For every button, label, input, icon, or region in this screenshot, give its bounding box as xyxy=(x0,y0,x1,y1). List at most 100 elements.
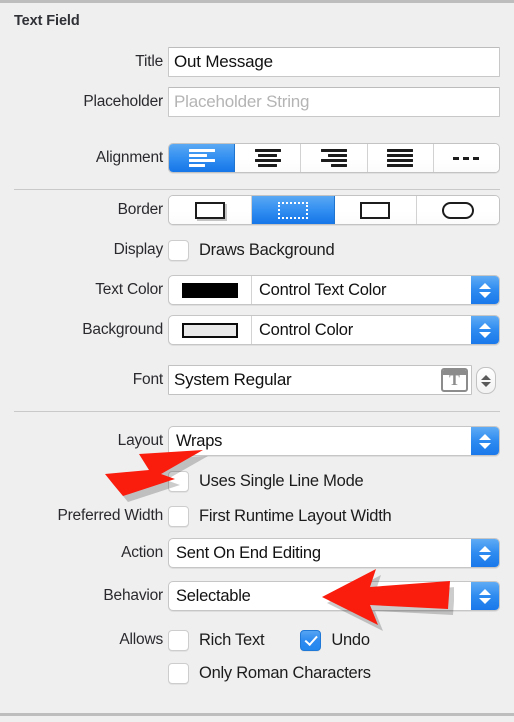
layout-value: Wraps xyxy=(176,431,223,450)
border-rounded-icon[interactable] xyxy=(417,196,499,224)
font-panel-icon[interactable]: T xyxy=(441,368,468,392)
chevron-down-icon xyxy=(479,291,491,298)
first-runtime-layout-width-label: First Runtime Layout Width xyxy=(199,506,392,525)
row-border: Border xyxy=(0,195,514,225)
label-text-color: Text Color xyxy=(95,281,163,298)
font-stepper[interactable] xyxy=(476,367,496,394)
uses-single-line-mode-checkbox[interactable] xyxy=(168,470,189,492)
chevron-down-icon xyxy=(479,554,491,561)
align-right-icon[interactable] xyxy=(301,144,368,172)
allows-checkbox-group: Rich Text Undo xyxy=(168,625,370,655)
background-popup-button[interactable]: Control Color xyxy=(168,315,500,345)
background-swatch xyxy=(182,322,238,338)
border-segmented-control xyxy=(168,195,500,225)
page-title: Text Field xyxy=(14,13,80,29)
label-preferred-width: Preferred Width xyxy=(57,507,163,524)
row-only-roman: Only Roman Characters xyxy=(0,658,514,688)
align-justified-icon[interactable] xyxy=(367,144,434,172)
row-placeholder: Placeholder Placeholder String xyxy=(0,87,514,117)
text-field-inspector-panel: Text Field Title Out Message Placeholder… xyxy=(0,3,514,713)
rich-text-checkbox[interactable] xyxy=(168,629,189,651)
label-alignment: Alignment xyxy=(95,149,163,166)
label-layout: Layout xyxy=(117,432,164,449)
row-layout: Layout Wraps xyxy=(0,426,514,456)
row-display: Display Draws Background xyxy=(0,235,514,265)
font-field-wrap: System Regular T xyxy=(168,365,472,395)
only-roman-characters-label: Only Roman Characters xyxy=(199,663,371,682)
text-color-popup-button[interactable]: Control Text Color xyxy=(168,275,500,305)
text-color-value: Control Text Color xyxy=(259,280,387,299)
align-natural-icon[interactable] xyxy=(433,144,499,172)
label-display: Display xyxy=(113,241,164,258)
title-input[interactable]: Out Message xyxy=(168,47,500,77)
draws-background-label: Draws Background xyxy=(199,240,335,259)
label-action: Action xyxy=(121,544,163,561)
chevron-down-icon xyxy=(479,597,491,604)
border-bezel-icon[interactable] xyxy=(169,196,252,224)
label-behavior: Behavior xyxy=(103,587,163,604)
row-allows: Allows Rich Text Undo xyxy=(0,625,514,655)
draws-background-checkbox-wrap: Draws Background xyxy=(168,235,335,265)
chevron-up-icon xyxy=(479,282,491,289)
row-font: Font System Regular T xyxy=(0,365,514,395)
label-background: Background xyxy=(82,321,163,338)
placeholder-input[interactable]: Placeholder String xyxy=(168,87,500,117)
border-none-dotted-icon[interactable] xyxy=(251,196,335,224)
row-alignment: Alignment xyxy=(0,143,514,173)
behavior-popup-button[interactable]: Selectable xyxy=(168,581,500,611)
action-popup-wrap: Sent On End Editing xyxy=(168,538,500,568)
first-runtime-layout-width-checkbox[interactable] xyxy=(168,505,189,527)
label-border: Border xyxy=(117,201,164,218)
placeholder-input-wrap: Placeholder String xyxy=(168,87,500,117)
action-stepper[interactable] xyxy=(471,539,499,567)
undo-label: Undo xyxy=(331,630,370,649)
text-color-swatch-cell[interactable] xyxy=(169,276,252,304)
align-center-icon[interactable] xyxy=(235,144,302,172)
chevron-up-icon xyxy=(479,545,491,552)
uses-single-line-mode-label: Uses Single Line Mode xyxy=(199,471,364,490)
layout-popup-wrap: Wraps xyxy=(168,426,500,456)
background-popup-wrap: Control Color xyxy=(168,315,500,345)
layout-popup-button[interactable]: Wraps xyxy=(168,426,500,456)
divider-bottom xyxy=(14,411,500,412)
row-preferred-width: Preferred Width First Runtime Layout Wid… xyxy=(0,501,514,531)
draws-background-checkbox[interactable] xyxy=(168,239,189,261)
chevron-up-icon xyxy=(479,588,491,595)
font-input[interactable]: System Regular T xyxy=(168,365,472,395)
align-left-icon[interactable] xyxy=(169,144,236,172)
label-allows: Allows xyxy=(119,631,163,648)
action-popup-button[interactable]: Sent On End Editing xyxy=(168,538,500,568)
border-line-icon[interactable] xyxy=(334,196,418,224)
row-behavior: Behavior Selectable xyxy=(0,581,514,611)
only-roman-characters-checkbox[interactable] xyxy=(168,662,189,684)
alignment-segmented-control xyxy=(168,143,500,173)
background-stepper[interactable] xyxy=(471,316,499,344)
undo-checkbox[interactable] xyxy=(300,629,322,651)
background-swatch-cell[interactable] xyxy=(169,316,252,344)
window-bottom-edge xyxy=(0,713,514,716)
row-title: Title Out Message xyxy=(0,47,514,77)
text-color-stepper[interactable] xyxy=(471,276,499,304)
divider-top xyxy=(14,189,500,190)
label-placeholder: Placeholder xyxy=(83,93,163,110)
behavior-stepper[interactable] xyxy=(471,582,499,610)
border-segments xyxy=(168,195,500,225)
background-value: Control Color xyxy=(259,320,353,339)
label-title: Title xyxy=(135,53,163,70)
chevron-down-icon xyxy=(481,381,491,387)
chevron-down-icon xyxy=(479,331,491,338)
behavior-value: Selectable xyxy=(176,586,251,605)
text-color-popup-wrap: Control Text Color xyxy=(168,275,500,305)
chevron-down-icon xyxy=(479,442,491,449)
font-value: System Regular xyxy=(174,370,292,389)
chevron-up-icon xyxy=(481,374,491,380)
single-line-checkbox-wrap: Uses Single Line Mode xyxy=(168,466,364,496)
rich-text-label: Rich Text xyxy=(199,630,265,649)
preferred-width-checkbox-wrap: First Runtime Layout Width xyxy=(168,501,392,531)
row-text-color: Text Color Control Text Color xyxy=(0,275,514,305)
layout-stepper[interactable] xyxy=(471,427,499,455)
action-value: Sent On End Editing xyxy=(176,543,321,562)
row-background: Background Control Color xyxy=(0,315,514,345)
row-action: Action Sent On End Editing xyxy=(0,538,514,568)
text-color-swatch xyxy=(182,282,238,298)
